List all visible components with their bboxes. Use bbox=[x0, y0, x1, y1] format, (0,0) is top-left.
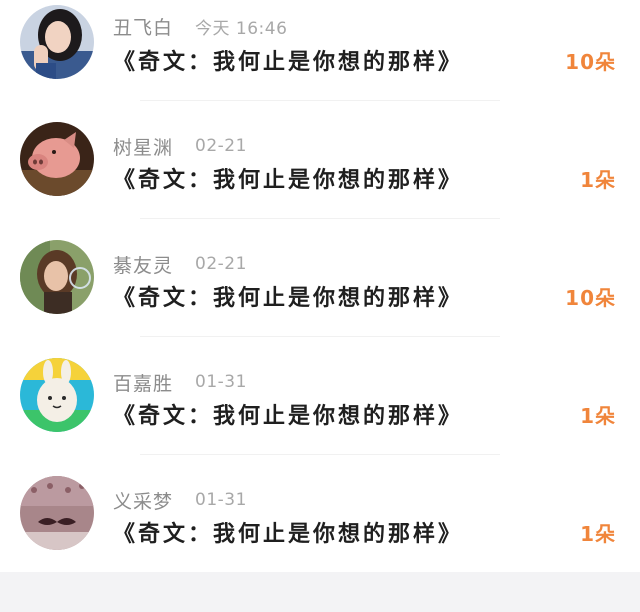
gift-record-list: 丑飞白 今天 16:46 《奇文：我何止是你想的那样》 10朵 树星渊 02-2… bbox=[0, 0, 640, 572]
divider bbox=[140, 100, 500, 101]
avatar[interactable] bbox=[20, 358, 94, 432]
list-item[interactable]: 百嘉胜 01-31 《奇文：我何止是你想的那样》 1朵 bbox=[0, 354, 640, 472]
cartoon-bunny-icon bbox=[20, 358, 94, 432]
timestamp: 01-31 bbox=[195, 372, 247, 392]
flower-count: 10朵 bbox=[565, 49, 616, 74]
timestamp: 今天 16:46 bbox=[195, 18, 288, 39]
book-title[interactable]: 《奇文：我何止是你想的那样》 bbox=[113, 516, 463, 548]
item-meta: 綦友灵 02-21 bbox=[113, 249, 247, 279]
flower-count: 1朵 bbox=[580, 403, 616, 428]
avatar[interactable] bbox=[20, 122, 94, 196]
pig-photo-icon bbox=[20, 122, 94, 196]
portrait-woman-dark-hair-icon bbox=[20, 5, 94, 79]
divider bbox=[140, 218, 500, 219]
divider bbox=[140, 454, 500, 455]
item-meta: 义采梦 01-31 bbox=[113, 485, 247, 515]
book-title[interactable]: 《奇文：我何止是你想的那样》 bbox=[113, 44, 463, 76]
user-name[interactable]: 百嘉胜 bbox=[113, 369, 173, 396]
book-title[interactable]: 《奇文：我何止是你想的那样》 bbox=[113, 280, 463, 312]
user-name[interactable]: 树星渊 bbox=[113, 133, 173, 160]
user-name[interactable]: 綦友灵 bbox=[113, 251, 173, 278]
book-title[interactable]: 《奇文：我何止是你想的那样》 bbox=[113, 162, 463, 194]
book-title[interactable]: 《奇文：我何止是你想的那样》 bbox=[113, 398, 463, 430]
item-meta: 丑飞白 今天 16:46 bbox=[113, 11, 287, 41]
avatar[interactable] bbox=[20, 5, 94, 79]
flower-count: 1朵 bbox=[580, 521, 616, 546]
list-item[interactable]: 綦友灵 02-21 《奇文：我何止是你想的那样》 10朵 bbox=[0, 236, 640, 354]
mustache-pattern-icon bbox=[20, 476, 94, 550]
item-meta: 树星渊 02-21 bbox=[113, 131, 247, 161]
avatar[interactable] bbox=[20, 476, 94, 550]
divider bbox=[140, 336, 500, 337]
portrait-woman-bubble-icon bbox=[20, 240, 94, 314]
timestamp: 02-21 bbox=[195, 254, 247, 274]
bottom-bar bbox=[0, 572, 640, 612]
flower-count: 1朵 bbox=[580, 167, 616, 192]
flower-count: 10朵 bbox=[565, 285, 616, 310]
user-name[interactable]: 义采梦 bbox=[113, 487, 173, 514]
list-item[interactable]: 树星渊 02-21 《奇文：我何止是你想的那样》 1朵 bbox=[0, 118, 640, 236]
timestamp: 02-21 bbox=[195, 136, 247, 156]
list-item[interactable]: 丑飞白 今天 16:46 《奇文：我何止是你想的那样》 10朵 bbox=[0, 0, 640, 118]
avatar[interactable] bbox=[20, 240, 94, 314]
item-meta: 百嘉胜 01-31 bbox=[113, 367, 247, 397]
user-name[interactable]: 丑飞白 bbox=[113, 13, 173, 40]
timestamp: 01-31 bbox=[195, 490, 247, 510]
